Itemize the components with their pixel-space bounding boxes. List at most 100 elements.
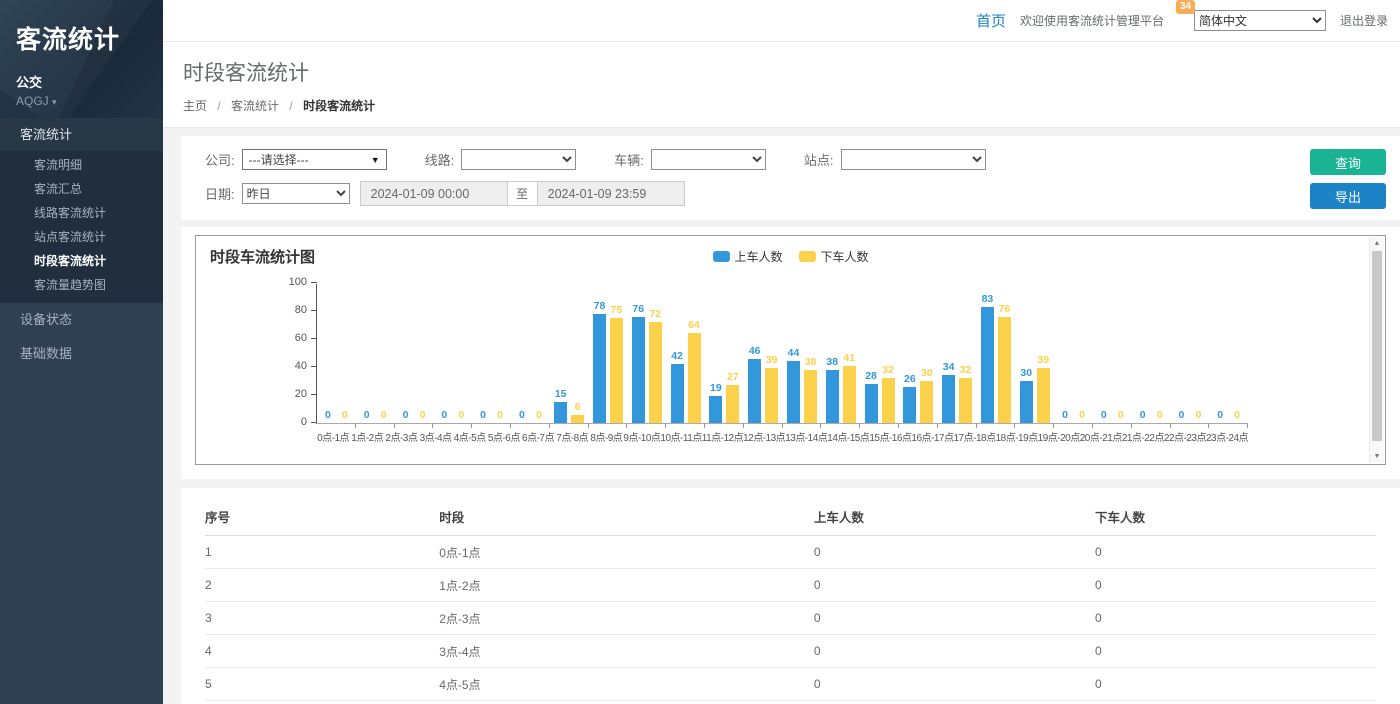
bar[interactable]: 6: [571, 415, 584, 423]
plot-area: 0204060801000000000000001567875767242641…: [316, 284, 1248, 444]
station-label: 站点:: [804, 150, 834, 169]
bar-value-label: 0: [1217, 409, 1223, 421]
table-cell: 0点-1点: [439, 536, 814, 569]
bar[interactable]: 30: [920, 381, 933, 423]
bar[interactable]: 72: [649, 322, 662, 423]
query-button[interactable]: 查询: [1310, 149, 1386, 175]
bar[interactable]: 75: [610, 318, 623, 423]
export-button[interactable]: 导出: [1310, 183, 1386, 209]
bar-value-label: 6: [575, 401, 581, 413]
submenu-item[interactable]: 时段客流统计: [0, 249, 163, 273]
submenu-item[interactable]: 客流量趋势图: [0, 273, 163, 297]
line-select[interactable]: [461, 149, 576, 170]
home-link[interactable]: 首页: [976, 10, 1006, 31]
bar[interactable]: 76: [632, 317, 645, 423]
x-axis-label: 10点-11点: [660, 429, 701, 444]
bar-plot: 0204060801000000000000001567875767242641…: [316, 284, 1248, 424]
date-preset-select[interactable]: 昨日: [242, 183, 350, 204]
logout-link[interactable]: 退出登录: [1340, 12, 1388, 29]
company-select[interactable]: ---请选择--- ▼: [242, 149, 387, 170]
bar-value-label: 0: [1140, 409, 1146, 421]
bar[interactable]: 28: [865, 384, 878, 423]
bar[interactable]: 38: [826, 370, 839, 423]
sidebar-item-1[interactable]: 设备状态: [0, 303, 163, 337]
bar[interactable]: 27: [726, 385, 739, 423]
scrollbar-down-icon[interactable]: ▼: [1370, 450, 1384, 463]
vehicle-select[interactable]: [651, 149, 766, 170]
breadcrumb-home[interactable]: 主页: [183, 99, 207, 113]
bar[interactable]: 32: [959, 378, 972, 423]
submenu-item[interactable]: 线路客流统计: [0, 201, 163, 225]
table-cell: 3: [205, 602, 439, 635]
legend-item[interactable]: 上车人数: [712, 248, 782, 265]
bar[interactable]: 44: [787, 361, 800, 423]
legend-label: 上车人数: [734, 248, 782, 265]
table-cell: 0: [814, 668, 1095, 701]
legend-item[interactable]: 下车人数: [799, 248, 869, 265]
station-select[interactable]: [841, 149, 986, 170]
breadcrumb: 主页 / 客流统计 / 时段客流统计: [183, 97, 1400, 114]
bar[interactable]: 26: [903, 387, 916, 423]
bar-value-label: 76: [999, 303, 1011, 315]
bar[interactable]: 42: [671, 364, 684, 423]
breadcrumb-section[interactable]: 客流统计: [231, 99, 279, 113]
bar[interactable]: 76: [998, 317, 1011, 423]
bar-value-label: 39: [1037, 354, 1049, 366]
bar[interactable]: 41: [843, 366, 856, 423]
bar-value-label: 0: [1118, 409, 1124, 421]
bar-value-label: 83: [982, 293, 994, 305]
table-cell: 0: [814, 701, 1095, 704]
bar[interactable]: 83: [981, 307, 994, 423]
x-axis-label: 8点-9点: [589, 429, 623, 444]
bar[interactable]: 38: [804, 370, 817, 423]
data-table: 序号时段上车人数下车人数 10点-1点0021点-2点0032点-3点0043点…: [205, 496, 1376, 704]
org-code-dropdown[interactable]: AQGJ ▾: [16, 94, 149, 108]
x-axis-label: 15点-16点: [869, 429, 911, 444]
page-title: 时段客流统计: [183, 57, 1400, 87]
bar-value-label: 32: [882, 364, 894, 376]
bar[interactable]: 39: [1037, 368, 1050, 423]
bar[interactable]: 46: [748, 359, 761, 423]
chart-card: 时段车流统计图 上车人数下车人数 02040608010000000000000…: [181, 227, 1400, 479]
content: 公司: ---请选择--- ▼ 线路: 车辆: 站点: 日期: [163, 128, 1400, 704]
line-label: 线路:: [425, 150, 455, 169]
bar-value-label: 41: [843, 352, 855, 364]
date-start-input[interactable]: [360, 181, 508, 206]
chart-panel: 时段车流统计图 上车人数下车人数 02040608010000000000000…: [195, 235, 1386, 465]
bar[interactable]: 19: [709, 396, 722, 423]
sidebar-item-0[interactable]: 客流统计: [0, 118, 163, 151]
bar[interactable]: 34: [942, 375, 955, 423]
breadcrumb-current: 时段客流统计: [303, 99, 375, 113]
bar[interactable]: 15: [554, 402, 567, 423]
submenu-item[interactable]: 站点客流统计: [0, 225, 163, 249]
bar-group: 00: [317, 284, 356, 423]
y-axis-label: 100: [289, 277, 307, 288]
bar-value-label: 39: [766, 354, 778, 366]
legend-swatch-icon: [712, 251, 729, 262]
bar-value-label: 15: [555, 388, 567, 400]
y-axis-label: 80: [295, 305, 307, 316]
legend-label: 下车人数: [821, 248, 869, 265]
bar[interactable]: 78: [593, 314, 606, 423]
bar[interactable]: 39: [765, 368, 778, 423]
bar-group: 7875: [589, 284, 628, 423]
submenu-item[interactable]: 客流汇总: [0, 177, 163, 201]
bar-value-label: 0: [381, 409, 387, 421]
scrollbar-up-icon[interactable]: ▲: [1370, 237, 1384, 250]
bar[interactable]: 64: [688, 333, 701, 423]
bar[interactable]: 32: [882, 378, 895, 423]
main-area: 首页 欢迎使用客流统计管理平台 34 简体中文 退出登录 时段客流统计 主页 /…: [163, 0, 1400, 704]
date-end-input[interactable]: [537, 181, 685, 206]
bar-value-label: 0: [1062, 409, 1068, 421]
submenu-item[interactable]: 客流明细: [0, 153, 163, 177]
dropdown-arrow-icon: ▼: [371, 155, 380, 165]
bar-value-label: 64: [688, 319, 700, 331]
chart-scrollbar[interactable]: ▲ ▼: [1369, 237, 1384, 463]
language-select[interactable]: 简体中文: [1194, 10, 1326, 31]
scrollbar-thumb[interactable]: [1372, 251, 1382, 441]
bar[interactable]: 30: [1020, 381, 1033, 423]
sidebar-item-2[interactable]: 基础数据: [0, 337, 163, 371]
bar-value-label: 27: [727, 371, 739, 383]
x-axis-label: 16点-17点: [911, 429, 953, 444]
chart-legend: 上车人数 下车人数: [712, 248, 868, 265]
